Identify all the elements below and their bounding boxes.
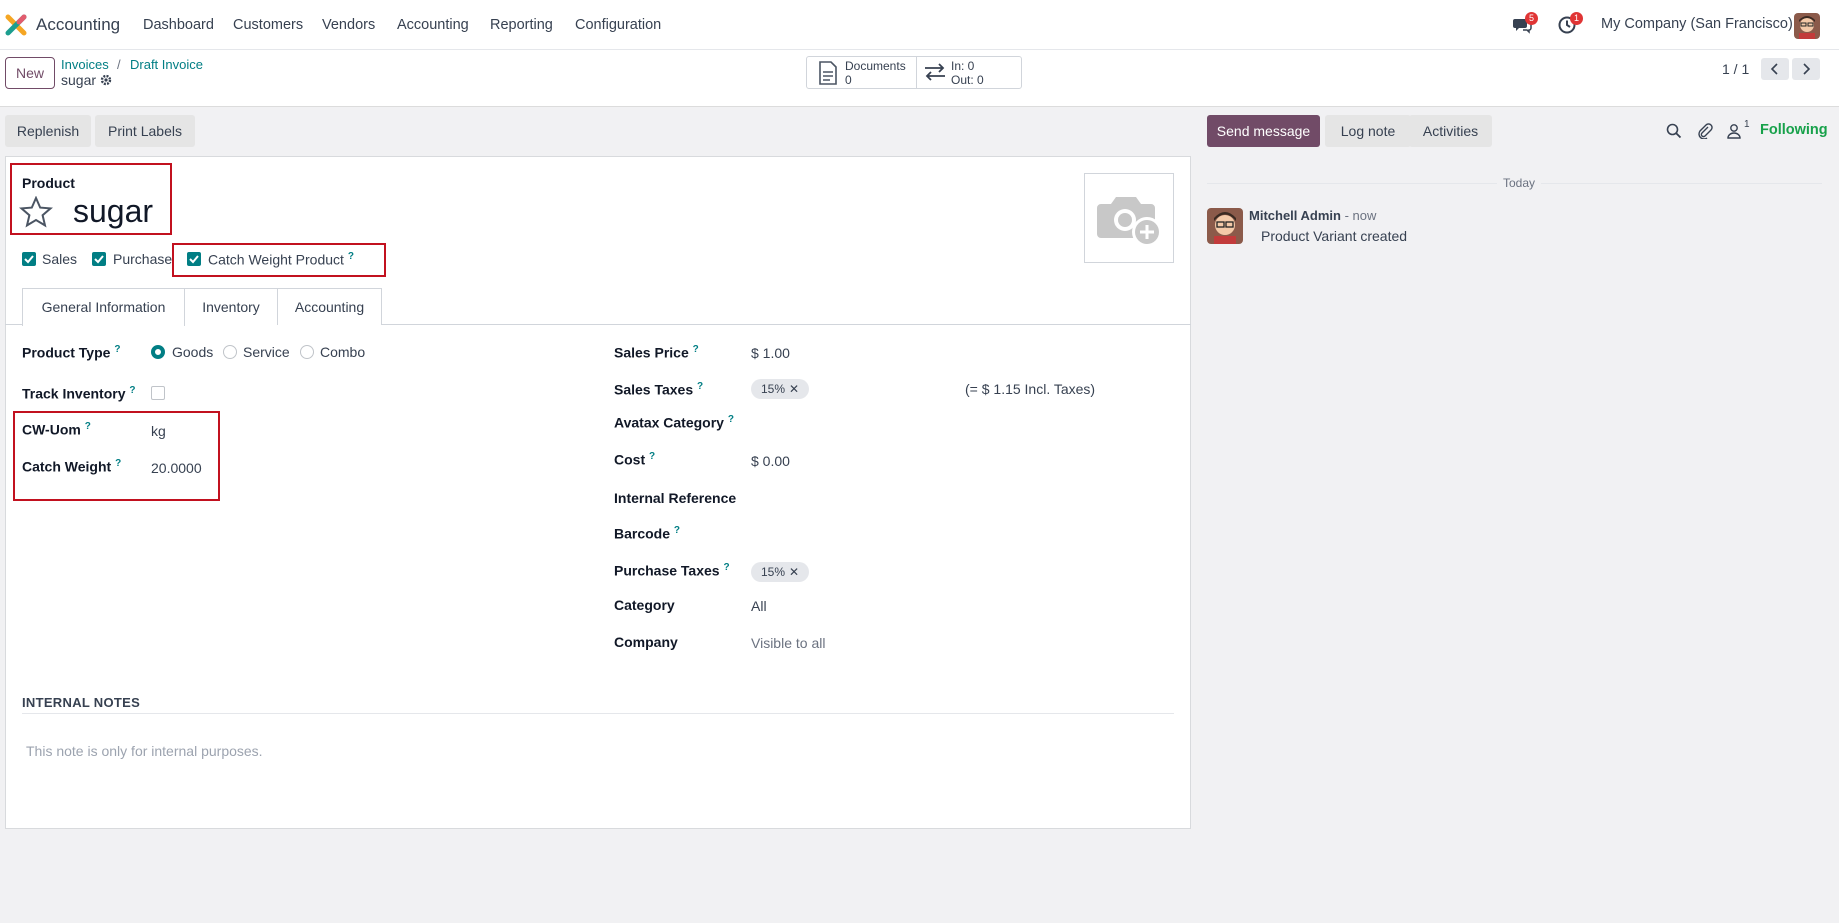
messages-badge: 5 xyxy=(1525,12,1538,25)
internal-notes-title: INTERNAL NOTES xyxy=(22,695,141,710)
purchase-checkbox-label: Purchase xyxy=(113,251,173,267)
company-switcher[interactable]: My Company (San Francisco) xyxy=(1601,16,1793,32)
avatax-category-field[interactable] xyxy=(751,410,951,432)
breadcrumb-invoices[interactable]: Invoices xyxy=(61,57,109,72)
log-note-button[interactable]: Log note xyxy=(1325,115,1411,147)
pager-next-button[interactable] xyxy=(1792,58,1820,80)
sales-checkbox-label: Sales xyxy=(42,251,78,267)
category-label: Category xyxy=(614,597,675,613)
send-message-button[interactable]: Send message xyxy=(1207,115,1320,147)
replenish-button[interactable]: Replenish xyxy=(5,115,91,147)
message-body: Product Variant created xyxy=(1261,228,1408,244)
print-labels-button[interactable]: Print Labels xyxy=(95,115,195,147)
pager-previous-button[interactable] xyxy=(1761,58,1789,80)
catch-weight-label: Catch Weight ? xyxy=(22,458,122,475)
product-type-combo-label: Combo xyxy=(320,344,366,360)
documents-count: 0 xyxy=(845,73,852,87)
internal-notes-divider xyxy=(22,713,1174,714)
purchase-checkbox[interactable] xyxy=(92,252,106,266)
breadcrumb-draft-invoice[interactable]: Draft Invoice xyxy=(130,57,203,72)
message-time: - now xyxy=(1344,208,1377,223)
cost-label: Cost ? xyxy=(614,451,656,468)
smart-button-divider xyxy=(916,57,917,88)
app-name[interactable]: Accounting xyxy=(36,15,120,35)
chevron-right-icon xyxy=(1803,63,1811,75)
camera-plus-icon xyxy=(1097,197,1162,247)
chevron-left-icon xyxy=(1770,63,1778,75)
product-type-goods-label: Goods xyxy=(172,344,214,360)
product-image-upload[interactable] xyxy=(1084,173,1174,263)
menu-reporting[interactable]: Reporting xyxy=(490,17,553,33)
product-type-service-radio[interactable] xyxy=(223,345,237,359)
avatax-category-label: Avatax Category ? xyxy=(614,414,734,431)
track-inventory-checkbox[interactable] xyxy=(151,386,165,400)
tab-inventory[interactable]: Inventory xyxy=(185,288,278,325)
product-type-combo-radio[interactable] xyxy=(300,345,314,359)
track-inventory-label: Track Inventory ? xyxy=(22,385,136,402)
new-button[interactable]: New xyxy=(5,57,55,89)
cost-field[interactable]: $ 0.00 xyxy=(751,453,790,469)
menu-customers[interactable]: Customers xyxy=(233,17,303,33)
documents-label: Documents xyxy=(845,59,906,73)
catch-weight-product-label: Catch Weight Product ? xyxy=(208,251,354,268)
search-icon[interactable] xyxy=(1666,123,1682,139)
sales-checkbox[interactable] xyxy=(22,252,36,266)
cw-uom-field[interactable]: kg xyxy=(151,423,166,439)
documents-smart-button[interactable]: Documents 0 xyxy=(845,59,915,89)
barcode-label: Barcode ? xyxy=(614,525,681,542)
menu-dashboard[interactable]: Dashboard xyxy=(143,17,214,33)
activities-badge: 1 xyxy=(1570,12,1583,25)
gear-icon[interactable] xyxy=(100,74,112,86)
remove-tag-icon: ✕ xyxy=(789,565,800,579)
tab-general-information[interactable]: General Information xyxy=(22,288,185,326)
document-icon xyxy=(818,61,838,85)
message-author: Mitchell Admin - now xyxy=(1249,208,1377,223)
remove-tag-icon: ✕ xyxy=(789,382,800,396)
internal-reference-field[interactable] xyxy=(751,486,1001,508)
product-label: Product xyxy=(22,175,75,191)
following-button[interactable]: Following xyxy=(1760,122,1828,138)
favorite-star-icon[interactable] xyxy=(19,196,53,228)
sales-taxes-label: Sales Taxes ? xyxy=(614,381,704,398)
out-count: Out: 0 xyxy=(951,73,984,87)
purchase-tax-tag[interactable]: 15% ✕ xyxy=(751,562,810,582)
sales-price-field[interactable]: $ 1.00 xyxy=(751,345,790,361)
barcode-field[interactable] xyxy=(751,522,1001,544)
breadcrumb-separator: / xyxy=(117,57,121,72)
app-logo-icon[interactable] xyxy=(5,14,27,36)
menu-accounting[interactable]: Accounting xyxy=(397,17,469,33)
company-field[interactable]: Visible to all xyxy=(751,635,825,651)
followers-icon[interactable] xyxy=(1726,123,1742,139)
sales-taxes-included: (= $ 1.15 Incl. Taxes) xyxy=(965,381,1096,397)
message-author-avatar[interactable] xyxy=(1207,208,1243,244)
in-out-smart-button[interactable]: In: 0 Out: 0 xyxy=(951,59,1016,89)
catch-weight-field[interactable]: 20.0000 xyxy=(151,460,202,476)
user-avatar[interactable] xyxy=(1794,13,1820,39)
internal-reference-label: Internal Reference xyxy=(614,490,737,506)
transfer-arrows-icon xyxy=(924,63,946,81)
category-field[interactable]: All xyxy=(751,598,767,614)
paperclip-icon[interactable] xyxy=(1697,123,1713,139)
product-type-service-label: Service xyxy=(243,344,290,360)
internal-notes-field[interactable]: This note is only for internal purposes. xyxy=(26,743,263,759)
catch-weight-product-checkbox[interactable] xyxy=(187,252,201,266)
followers-count: 1 xyxy=(1744,119,1750,130)
purchase-taxes-label: Purchase Taxes ? xyxy=(614,562,730,579)
menu-vendors[interactable]: Vendors xyxy=(322,17,375,33)
product-type-goods-radio[interactable] xyxy=(151,345,165,359)
in-count: In: 0 xyxy=(951,59,975,73)
date-divider-today: Today xyxy=(1497,176,1542,190)
tab-accounting[interactable]: Accounting xyxy=(278,288,382,325)
company-label: Company xyxy=(614,634,678,650)
help-icon: ? xyxy=(347,251,354,262)
activities-button[interactable]: Activities xyxy=(1409,115,1492,147)
sales-price-label: Sales Price ? xyxy=(614,344,699,361)
product-name-field[interactable]: sugar xyxy=(73,193,153,230)
sales-tax-tag[interactable]: 15% ✕ xyxy=(751,379,810,399)
pager-value[interactable]: 1 / 1 xyxy=(1722,61,1749,77)
product-type-label: Product Type ? xyxy=(22,344,121,361)
menu-configuration[interactable]: Configuration xyxy=(575,17,661,33)
cw-uom-label: CW-Uom ? xyxy=(22,421,91,438)
breadcrumb-current: sugar xyxy=(61,72,97,88)
